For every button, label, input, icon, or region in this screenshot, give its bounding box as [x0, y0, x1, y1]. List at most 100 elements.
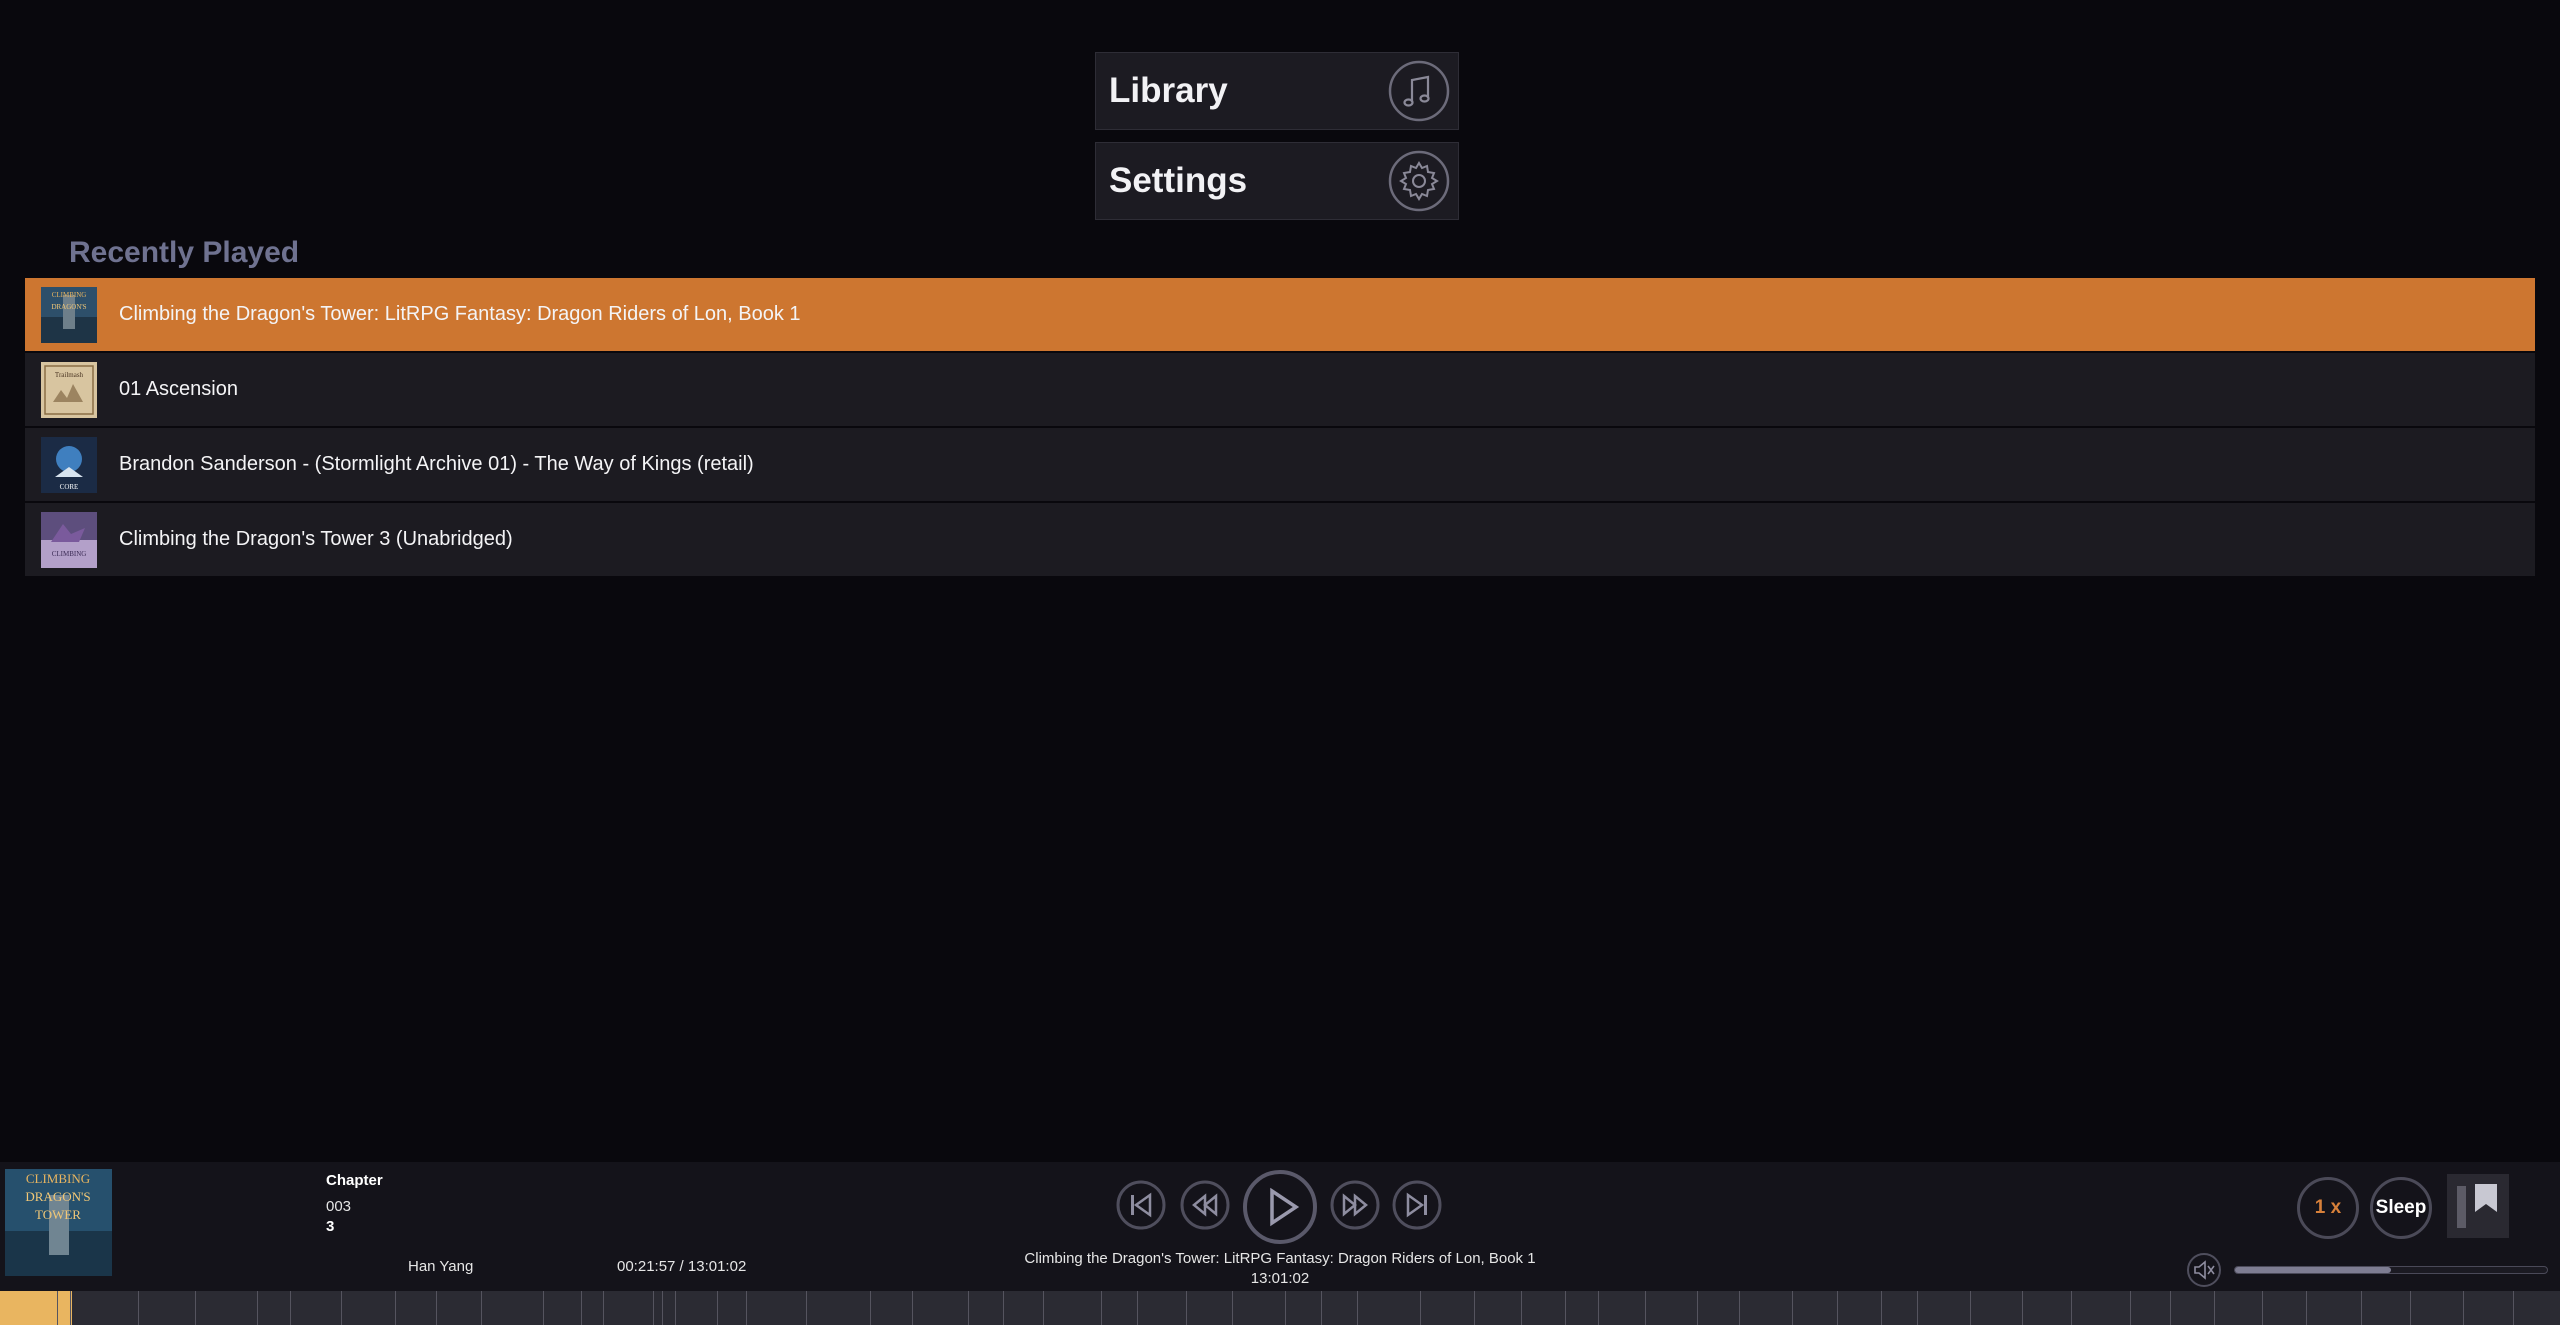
- playback-position: 00:21:57 / 13:01:02: [617, 1258, 747, 1275]
- svg-text:CLIMBING: CLIMBING: [52, 550, 87, 558]
- sleep-timer-button[interactable]: Sleep: [2370, 1177, 2432, 1239]
- list-item-title: Climbing the Dragon's Tower: LitRPG Fant…: [119, 303, 801, 325]
- chapter-timeline[interactable]: [0, 1291, 2560, 1325]
- timeline-played: [0, 1291, 72, 1325]
- timeline-chapter-tick: [1970, 1291, 1971, 1325]
- timeline-chapter-tick: [2071, 1291, 2072, 1325]
- list-item-title: Brandon Sanderson - (Stormlight Archive …: [119, 453, 754, 475]
- timeline-chapter-tick: [746, 1291, 747, 1325]
- timeline-chapter-tick: [1232, 1291, 1233, 1325]
- timeline-chapter-tick: [1521, 1291, 1522, 1325]
- skip-previous-button[interactable]: [1116, 1180, 1166, 1230]
- timeline-chapter-tick: [70, 1291, 71, 1325]
- chapter-label: Chapter: [326, 1172, 383, 1189]
- timeline-chapter-tick: [2513, 1291, 2514, 1325]
- volume-fill: [2235, 1267, 2391, 1273]
- timeline-chapter-tick: [2214, 1291, 2215, 1325]
- timeline-chapter-tick: [1792, 1291, 1793, 1325]
- svg-text:DRAGON'S: DRAGON'S: [51, 303, 86, 311]
- timeline-chapter-tick: [1321, 1291, 1322, 1325]
- timeline-chapter-tick: [806, 1291, 807, 1325]
- settings-label: Settings: [1109, 161, 1248, 200]
- timeline-chapter-tick: [2463, 1291, 2464, 1325]
- list-item-title: 01 Ascension: [119, 378, 238, 400]
- svg-text:CLIMBING: CLIMBING: [52, 291, 87, 299]
- timeline-chapter-tick: [138, 1291, 139, 1325]
- now-playing-title: Climbing the Dragon's Tower: LitRPG Fant…: [1024, 1250, 1536, 1267]
- timeline-chapter-tick: [1837, 1291, 1838, 1325]
- svg-text:DRAGON'S: DRAGON'S: [25, 1189, 90, 1204]
- recently-played-heading: Recently Played: [69, 236, 300, 269]
- volume-slider[interactable]: [2234, 1266, 2548, 1274]
- skip-next-button[interactable]: [1392, 1180, 1442, 1230]
- timeline-chapter-tick: [870, 1291, 871, 1325]
- timeline-chapter-tick: [57, 1291, 58, 1325]
- library-button[interactable]: Library: [1095, 52, 1459, 130]
- list-item[interactable]: Trailmash 01 Ascension: [25, 353, 2535, 426]
- timeline-chapter-tick: [1043, 1291, 1044, 1325]
- play-button[interactable]: [1242, 1169, 1318, 1245]
- settings-button[interactable]: Settings: [1095, 142, 1459, 220]
- library-label: Library: [1109, 71, 1228, 110]
- timeline-chapter-tick: [1186, 1291, 1187, 1325]
- book-cover-image: CLIMBING DRAGON'S: [41, 286, 97, 343]
- svg-text:Trailmash: Trailmash: [55, 371, 84, 379]
- timeline-chapter-tick: [436, 1291, 437, 1325]
- timeline-chapter-tick: [1565, 1291, 1566, 1325]
- timeline-chapter-tick: [581, 1291, 582, 1325]
- timeline-chapter-tick: [2170, 1291, 2171, 1325]
- fast-forward-button[interactable]: [1330, 1180, 1380, 1230]
- chapter-title: 3: [326, 1218, 335, 1235]
- timeline-chapter-tick: [1739, 1291, 1740, 1325]
- rewind-button[interactable]: [1180, 1180, 1230, 1230]
- list-item[interactable]: CLIMBING Climbing the Dragon's Tower 3 (…: [25, 503, 2535, 576]
- svg-text:CLIMBING: CLIMBING: [26, 1171, 90, 1186]
- list-item[interactable]: CORE Brandon Sanderson - (Stormlight Arc…: [25, 428, 2535, 501]
- timeline-chapter-tick: [543, 1291, 544, 1325]
- timeline-chapter-tick: [912, 1291, 913, 1325]
- timeline-chapter-tick: [341, 1291, 342, 1325]
- timeline-chapter-tick: [2410, 1291, 2411, 1325]
- timeline-chapter-tick: [1474, 1291, 1475, 1325]
- gear-icon: [1388, 150, 1450, 212]
- book-cover-image: CLIMBING: [41, 511, 97, 568]
- timeline-chapter-tick: [2130, 1291, 2131, 1325]
- timeline-chapter-tick: [195, 1291, 196, 1325]
- recently-played-list: CLIMBING DRAGON'S Climbing the Dragon's …: [25, 278, 2535, 578]
- list-item[interactable]: CLIMBING DRAGON'S Climbing the Dragon's …: [25, 278, 2535, 351]
- svg-text:CORE: CORE: [60, 483, 79, 491]
- timeline-chapter-tick: [653, 1291, 654, 1325]
- timeline-chapter-tick: [603, 1291, 604, 1325]
- now-playing-cover: CLIMBING DRAGON'S TOWER: [5, 1169, 112, 1276]
- book-cover-image: CORE: [41, 436, 97, 493]
- timeline-chapter-tick: [1917, 1291, 1918, 1325]
- timeline-chapter-tick: [1645, 1291, 1646, 1325]
- timeline-chapter-tick: [1137, 1291, 1138, 1325]
- chapter-number: 003: [326, 1198, 352, 1215]
- timeline-chapter-tick: [675, 1291, 676, 1325]
- bookmark-icon: [2457, 1184, 2497, 1228]
- timeline-chapter-tick: [1697, 1291, 1698, 1325]
- timeline-chapter-tick: [717, 1291, 718, 1325]
- total-duration: 13:01:02: [1250, 1270, 1310, 1287]
- timeline-chapter-tick: [1881, 1291, 1882, 1325]
- timeline-chapter-tick: [1420, 1291, 1421, 1325]
- book-cover-image: Trailmash: [41, 361, 97, 418]
- mute-icon[interactable]: [2186, 1252, 2222, 1288]
- bookmark-button[interactable]: [2447, 1174, 2509, 1238]
- timeline-chapter-tick: [2361, 1291, 2362, 1325]
- timeline-chapter-tick: [662, 1291, 663, 1325]
- music-note-icon: [1388, 60, 1450, 122]
- author-name: Han Yang: [408, 1258, 474, 1275]
- timeline-chapter-tick: [2306, 1291, 2307, 1325]
- svg-text:TOWER: TOWER: [35, 1207, 81, 1222]
- timeline-chapter-tick: [2262, 1291, 2263, 1325]
- playback-speed-button[interactable]: 1 x: [2297, 1177, 2359, 1239]
- timeline-chapter-tick: [1003, 1291, 1004, 1325]
- timeline-chapter-tick: [2022, 1291, 2023, 1325]
- list-item-title: Climbing the Dragon's Tower 3 (Unabridge…: [119, 528, 513, 550]
- timeline-chapter-tick: [1285, 1291, 1286, 1325]
- timeline-chapter-tick: [1357, 1291, 1358, 1325]
- timeline-chapter-tick: [1101, 1291, 1102, 1325]
- timeline-chapter-tick: [968, 1291, 969, 1325]
